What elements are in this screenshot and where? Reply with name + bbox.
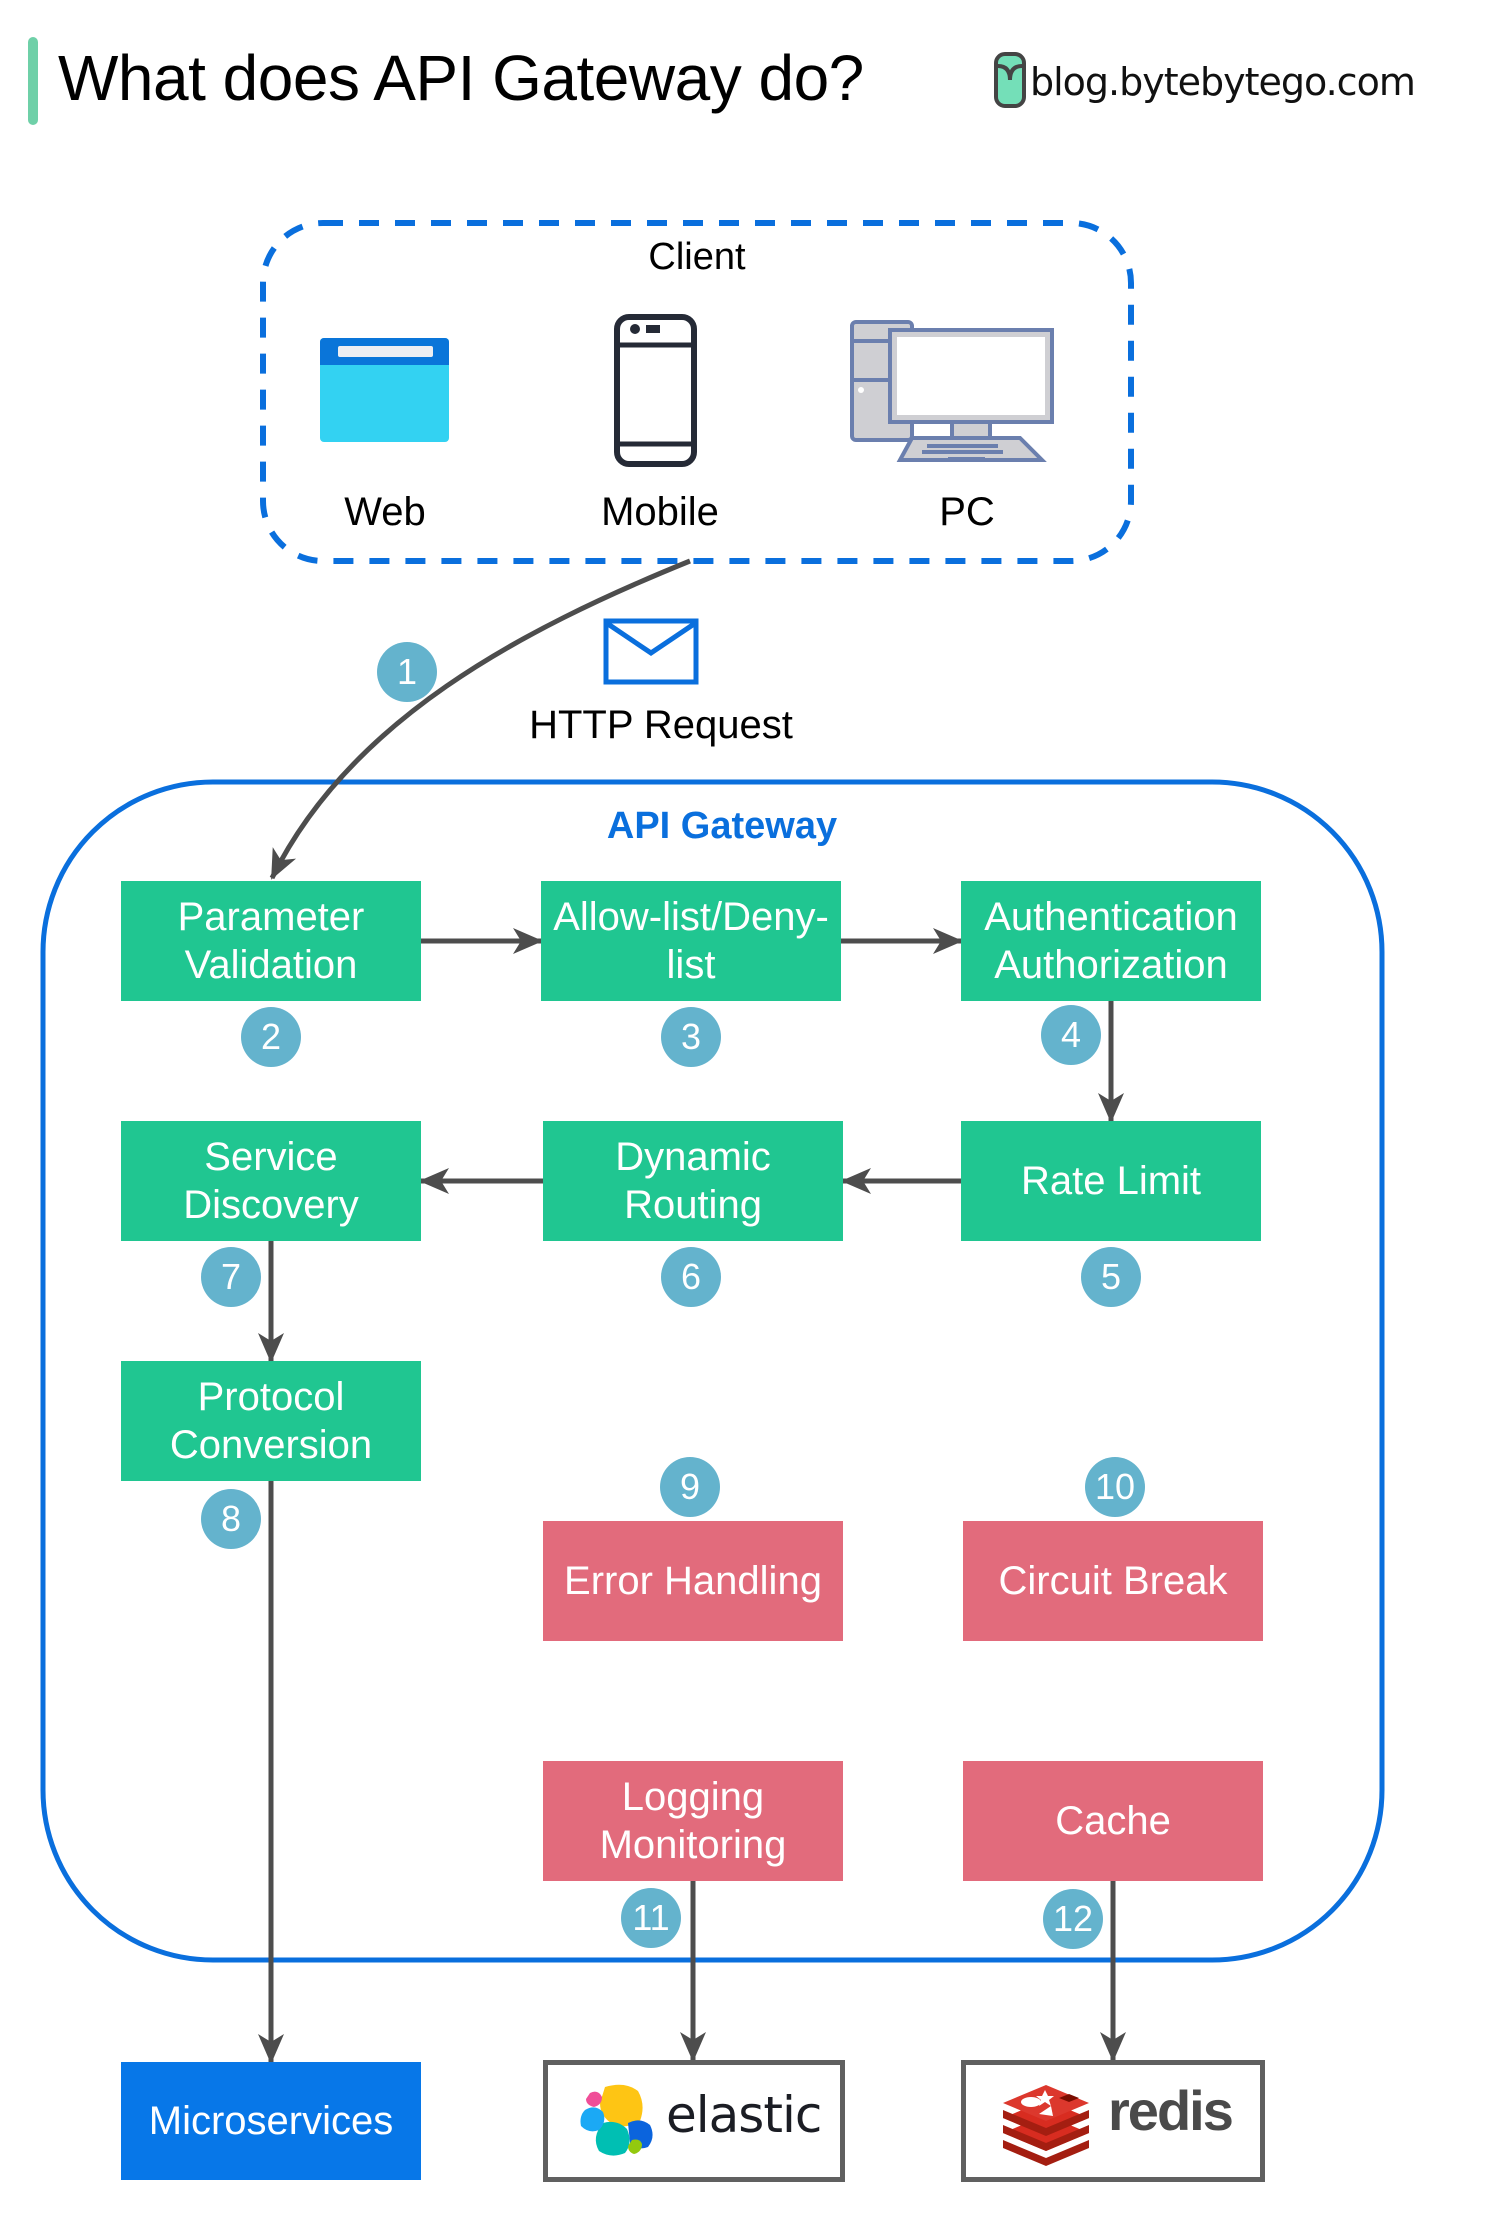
microservices-label: Microservices (148, 2099, 394, 2143)
step-dynamic-routing[interactable]: Dynamic Routing (543, 1121, 843, 1241)
http-request-label: HTTP Request (529, 703, 793, 747)
title-accent-bar (28, 37, 38, 125)
redis-label: redis (1108, 2079, 1234, 2142)
step-badge-5: 5 (1081, 1247, 1141, 1307)
step-badge-3: 3 (661, 1007, 721, 1067)
page-title: What does API Gateway do? (58, 42, 864, 114)
step-parameter-validation[interactable]: Parameter Validation (121, 881, 421, 1001)
desktop-computer-icon (850, 320, 1054, 462)
step-label: Cache (1055, 1799, 1171, 1843)
step-badge-7: 7 (201, 1247, 261, 1307)
step-label: Circuit Break (998, 1559, 1228, 1603)
step-badge-9: 9 (660, 1457, 720, 1517)
step-service-discovery[interactable]: Service Discovery (121, 1121, 421, 1241)
step-badge-1: 1 (377, 642, 437, 702)
step-badge-2: 2 (241, 1007, 301, 1067)
step-label: Dynamic Routing (615, 1135, 771, 1227)
client-label: Client (648, 236, 746, 278)
step-label: Logging Monitoring (599, 1775, 787, 1867)
diagram-canvas: What does API Gateway do? blog.bytebyteg… (0, 0, 1502, 2222)
browser-window-icon (320, 338, 449, 442)
brand-url: blog.bytebytego.com (1030, 60, 1416, 104)
elastic-label: elastic (666, 2086, 822, 2144)
pc-label: PC (939, 490, 995, 534)
connectors (40, 52, 1385, 2064)
step-badge-4: 4 (1041, 1005, 1101, 1065)
step-logging-monitoring[interactable]: Logging Monitoring (543, 1761, 843, 1881)
brand: blog.bytebytego.com (990, 54, 1416, 110)
step-authentication-authorization[interactable]: Authentication Authorization (961, 881, 1261, 1001)
step-badge-12: 12 (1043, 1889, 1103, 1949)
step-label: Allow-list/Deny-list (553, 895, 829, 987)
step-error-handling[interactable]: Error Handling (543, 1521, 843, 1641)
step-cache[interactable]: Cache (963, 1761, 1263, 1881)
web-label: Web (344, 490, 426, 534)
envelope-icon (603, 618, 699, 685)
smartphone-icon (614, 314, 697, 467)
step-label: Authentication Authorization (984, 895, 1238, 987)
step-label: Protocol Conversion (169, 1375, 373, 1467)
step-badge-8: 8 (201, 1489, 261, 1549)
api-gateway-label: API Gateway (606, 805, 838, 847)
step-circuit-break[interactable]: Circuit Break (963, 1521, 1263, 1641)
step-allow-deny-list[interactable]: Allow-list/Deny-list (541, 881, 841, 1001)
step-protocol-conversion[interactable]: Protocol Conversion (121, 1361, 421, 1481)
step-rate-limit[interactable]: Rate Limit (961, 1121, 1261, 1241)
mobile-label: Mobile (601, 490, 719, 534)
step-label: Error Handling (564, 1559, 822, 1603)
microservices-box[interactable]: Microservices (121, 2062, 421, 2180)
step-label: Parameter Validation (177, 895, 365, 987)
step-badge-6: 6 (661, 1247, 721, 1307)
step-label: Rate Limit (1020, 1159, 1202, 1203)
step-label: Service Discovery (183, 1135, 359, 1227)
step-badge-10: 10 (1085, 1457, 1145, 1517)
step-badge-11: 11 (621, 1888, 681, 1948)
